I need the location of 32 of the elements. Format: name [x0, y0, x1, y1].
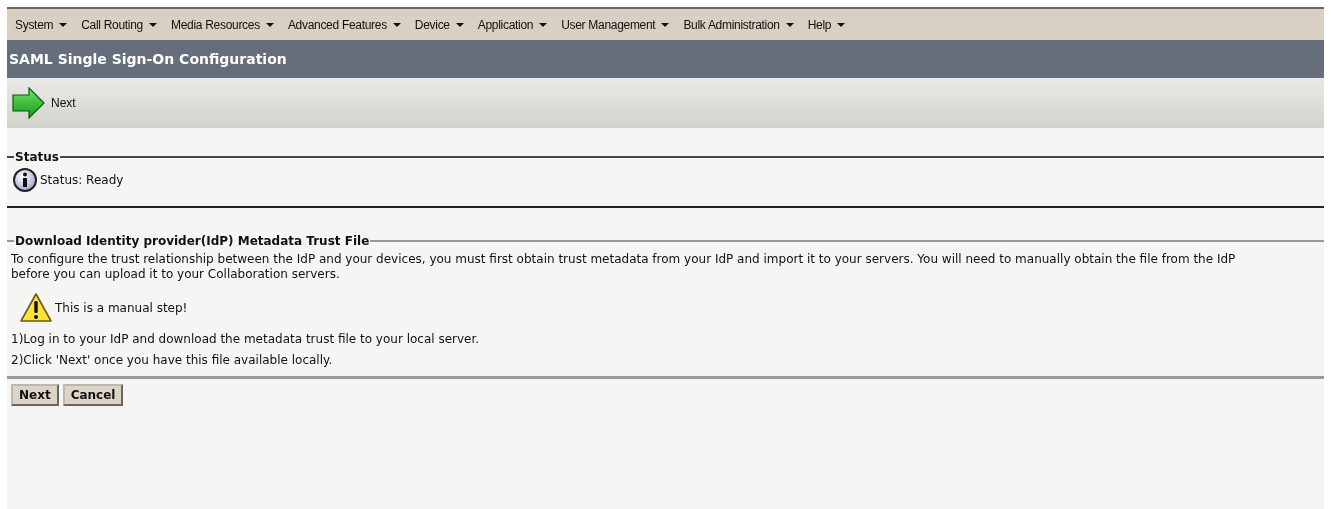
caret-icon — [785, 22, 794, 27]
step-text: 1)Log in to your IdP and download the metadata trust file to your local server. — [11, 332, 481, 346]
page-title: SAML Single Sign-On Configuration — [9, 51, 287, 67]
section-legend: Download Identity provider(IdP) Metadata Trust File — [14, 234, 371, 248]
caret-icon — [392, 22, 401, 27]
next-toolbar-button[interactable]: Next — [12, 87, 76, 119]
caret-icon — [661, 22, 670, 27]
description-text: To configure the trust relationship between the IdP and your devices, you must first obtain trust metadata from your IdP and import it to your servers. You will need to manually obtain the file from the IdP before you can upload it to your Collaboration servers. — [11, 252, 1237, 282]
menu-item[interactable]: Media Resources — [171, 17, 274, 32]
step-text: 2)Click 'Next' once you have this file available locally. — [11, 353, 334, 367]
caret-icon — [539, 22, 548, 27]
status-text: Status: Ready — [40, 173, 124, 187]
menu-item[interactable]: Application — [477, 17, 548, 32]
caret-icon — [837, 22, 846, 27]
menu-item[interactable]: Call Routing — [81, 17, 157, 32]
menu-item[interactable]: Device — [414, 17, 464, 32]
menu-item[interactable]: System — [15, 17, 68, 32]
menu-item[interactable]: Bulk Administration — [683, 17, 794, 32]
warning-icon — [20, 292, 52, 323]
caret-icon — [455, 22, 464, 27]
menu-item[interactable]: User Management — [561, 17, 670, 32]
section-legend: Status — [14, 150, 60, 164]
menu-item[interactable]: Advanced Features — [287, 17, 401, 32]
form-button[interactable]: Next — [11, 384, 59, 406]
menu-item[interactable]: Help — [807, 17, 846, 32]
form-button[interactable]: Cancel — [62, 384, 124, 406]
info-icon — [13, 168, 37, 192]
caret-icon — [265, 22, 274, 27]
arrow-icon — [12, 87, 45, 119]
warning-text: This is a manual step! — [55, 300, 188, 315]
caret-icon — [149, 22, 157, 27]
caret-icon — [59, 22, 68, 27]
